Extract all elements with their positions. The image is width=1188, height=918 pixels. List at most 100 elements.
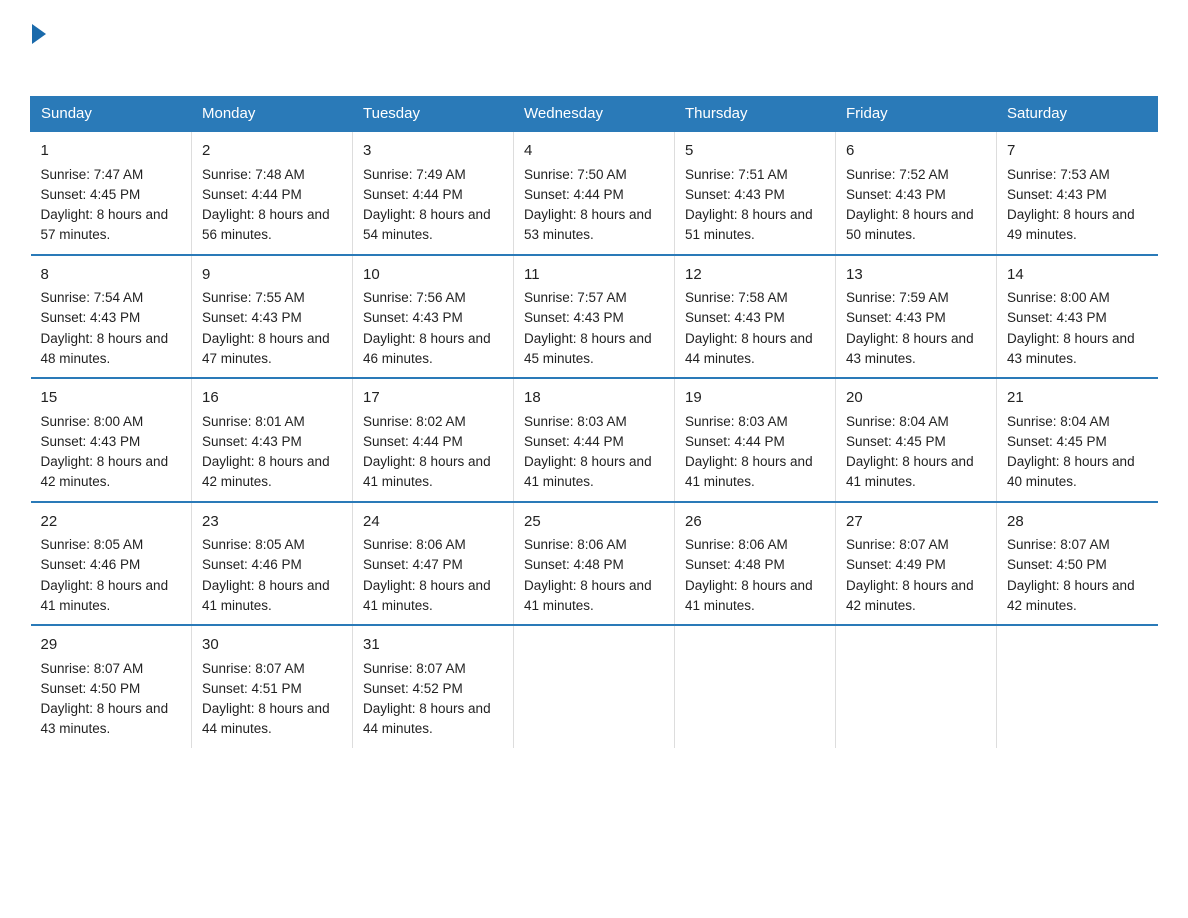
daylight-label: Daylight: 8 hours and 43 minutes. — [846, 331, 974, 366]
sunrise-label: Sunrise: 8:04 AM — [1007, 414, 1110, 429]
daylight-label: Daylight: 8 hours and 44 minutes. — [685, 331, 813, 366]
sunset-label: Sunset: 4:43 PM — [41, 434, 141, 449]
daylight-label: Daylight: 8 hours and 46 minutes. — [363, 331, 491, 366]
daylight-label: Daylight: 8 hours and 44 minutes. — [363, 701, 491, 736]
sunrise-label: Sunrise: 8:07 AM — [202, 661, 305, 676]
calendar-day-cell: 10 Sunrise: 7:56 AM Sunset: 4:43 PM Dayl… — [353, 255, 514, 379]
calendar-day-cell — [997, 625, 1158, 748]
calendar-day-cell: 6 Sunrise: 7:52 AM Sunset: 4:43 PM Dayli… — [836, 131, 997, 255]
calendar-day-cell: 24 Sunrise: 8:06 AM Sunset: 4:47 PM Dayl… — [353, 502, 514, 626]
calendar-day-cell: 13 Sunrise: 7:59 AM Sunset: 4:43 PM Dayl… — [836, 255, 997, 379]
sunset-label: Sunset: 4:46 PM — [41, 557, 141, 572]
daylight-label: Daylight: 8 hours and 42 minutes. — [846, 578, 974, 613]
sunrise-label: Sunrise: 7:51 AM — [685, 167, 788, 182]
daylight-label: Daylight: 8 hours and 42 minutes. — [41, 454, 169, 489]
sunrise-label: Sunrise: 7:52 AM — [846, 167, 949, 182]
daylight-label: Daylight: 8 hours and 41 minutes. — [363, 454, 491, 489]
sunrise-label: Sunrise: 8:02 AM — [363, 414, 466, 429]
calendar-day-cell: 15 Sunrise: 8:00 AM Sunset: 4:43 PM Dayl… — [31, 378, 192, 502]
day-number: 10 — [363, 264, 503, 287]
day-number: 12 — [685, 264, 825, 287]
calendar-day-cell: 5 Sunrise: 7:51 AM Sunset: 4:43 PM Dayli… — [675, 131, 836, 255]
sunset-label: Sunset: 4:43 PM — [685, 310, 785, 325]
calendar-day-cell: 23 Sunrise: 8:05 AM Sunset: 4:46 PM Dayl… — [192, 502, 353, 626]
calendar-day-cell: 7 Sunrise: 7:53 AM Sunset: 4:43 PM Dayli… — [997, 131, 1158, 255]
sunset-label: Sunset: 4:43 PM — [846, 187, 946, 202]
sunset-label: Sunset: 4:44 PM — [363, 434, 463, 449]
day-number: 24 — [363, 511, 503, 534]
sunset-label: Sunset: 4:44 PM — [524, 434, 624, 449]
sunrise-label: Sunrise: 8:06 AM — [363, 537, 466, 552]
sunrise-label: Sunrise: 7:57 AM — [524, 290, 627, 305]
sunrise-label: Sunrise: 8:05 AM — [41, 537, 144, 552]
calendar-day-cell: 14 Sunrise: 8:00 AM Sunset: 4:43 PM Dayl… — [997, 255, 1158, 379]
daylight-label: Daylight: 8 hours and 49 minutes. — [1007, 207, 1135, 242]
sunset-label: Sunset: 4:43 PM — [202, 310, 302, 325]
day-number: 22 — [41, 511, 182, 534]
day-number: 26 — [685, 511, 825, 534]
calendar-day-cell: 29 Sunrise: 8:07 AM Sunset: 4:50 PM Dayl… — [31, 625, 192, 748]
sunrise-label: Sunrise: 7:55 AM — [202, 290, 305, 305]
sunrise-label: Sunrise: 7:56 AM — [363, 290, 466, 305]
day-number: 2 — [202, 140, 342, 163]
day-of-week-header: Saturday — [997, 97, 1158, 132]
day-number: 25 — [524, 511, 664, 534]
sunrise-label: Sunrise: 8:06 AM — [524, 537, 627, 552]
daylight-label: Daylight: 8 hours and 48 minutes. — [41, 331, 169, 366]
sunset-label: Sunset: 4:43 PM — [524, 310, 624, 325]
calendar-day-cell: 18 Sunrise: 8:03 AM Sunset: 4:44 PM Dayl… — [514, 378, 675, 502]
day-number: 14 — [1007, 264, 1148, 287]
sunset-label: Sunset: 4:43 PM — [685, 187, 785, 202]
day-of-week-header: Friday — [836, 97, 997, 132]
daylight-label: Daylight: 8 hours and 43 minutes. — [41, 701, 169, 736]
calendar-week-row: 22 Sunrise: 8:05 AM Sunset: 4:46 PM Dayl… — [31, 502, 1158, 626]
sunrise-label: Sunrise: 8:01 AM — [202, 414, 305, 429]
daylight-label: Daylight: 8 hours and 43 minutes. — [1007, 331, 1135, 366]
day-number: 9 — [202, 264, 342, 287]
daylight-label: Daylight: 8 hours and 41 minutes. — [685, 578, 813, 613]
calendar-day-cell: 28 Sunrise: 8:07 AM Sunset: 4:50 PM Dayl… — [997, 502, 1158, 626]
calendar-day-cell: 8 Sunrise: 7:54 AM Sunset: 4:43 PM Dayli… — [31, 255, 192, 379]
sunrise-label: Sunrise: 7:49 AM — [363, 167, 466, 182]
sunrise-label: Sunrise: 8:07 AM — [846, 537, 949, 552]
calendar-body: 1 Sunrise: 7:47 AM Sunset: 4:45 PM Dayli… — [31, 131, 1158, 748]
calendar-day-cell: 26 Sunrise: 8:06 AM Sunset: 4:48 PM Dayl… — [675, 502, 836, 626]
calendar-day-cell: 11 Sunrise: 7:57 AM Sunset: 4:43 PM Dayl… — [514, 255, 675, 379]
sunrise-label: Sunrise: 7:58 AM — [685, 290, 788, 305]
day-number: 21 — [1007, 387, 1148, 410]
calendar-day-cell: 30 Sunrise: 8:07 AM Sunset: 4:51 PM Dayl… — [192, 625, 353, 748]
daylight-label: Daylight: 8 hours and 56 minutes. — [202, 207, 330, 242]
calendar-week-row: 29 Sunrise: 8:07 AM Sunset: 4:50 PM Dayl… — [31, 625, 1158, 748]
day-number: 11 — [524, 264, 664, 287]
calendar-day-cell: 9 Sunrise: 7:55 AM Sunset: 4:43 PM Dayli… — [192, 255, 353, 379]
sunset-label: Sunset: 4:46 PM — [202, 557, 302, 572]
daylight-label: Daylight: 8 hours and 41 minutes. — [524, 454, 652, 489]
calendar-day-cell — [514, 625, 675, 748]
sunset-label: Sunset: 4:43 PM — [1007, 310, 1107, 325]
sunrise-label: Sunrise: 8:06 AM — [685, 537, 788, 552]
calendar-week-row: 8 Sunrise: 7:54 AM Sunset: 4:43 PM Dayli… — [31, 255, 1158, 379]
sunset-label: Sunset: 4:49 PM — [846, 557, 946, 572]
calendar-day-cell: 25 Sunrise: 8:06 AM Sunset: 4:48 PM Dayl… — [514, 502, 675, 626]
day-number: 27 — [846, 511, 986, 534]
logo — [30, 20, 46, 76]
daylight-label: Daylight: 8 hours and 41 minutes. — [524, 578, 652, 613]
daylight-label: Daylight: 8 hours and 53 minutes. — [524, 207, 652, 242]
calendar-day-cell — [836, 625, 997, 748]
sunset-label: Sunset: 4:44 PM — [524, 187, 624, 202]
calendar-day-cell: 19 Sunrise: 8:03 AM Sunset: 4:44 PM Dayl… — [675, 378, 836, 502]
sunset-label: Sunset: 4:50 PM — [1007, 557, 1107, 572]
daylight-label: Daylight: 8 hours and 41 minutes. — [202, 578, 330, 613]
sunset-label: Sunset: 4:48 PM — [685, 557, 785, 572]
calendar-day-cell: 12 Sunrise: 7:58 AM Sunset: 4:43 PM Dayl… — [675, 255, 836, 379]
day-of-week-header: Monday — [192, 97, 353, 132]
day-number: 13 — [846, 264, 986, 287]
daylight-label: Daylight: 8 hours and 54 minutes. — [363, 207, 491, 242]
day-of-week-header: Wednesday — [514, 97, 675, 132]
daylight-label: Daylight: 8 hours and 50 minutes. — [846, 207, 974, 242]
day-number: 15 — [41, 387, 182, 410]
sunrise-label: Sunrise: 8:07 AM — [363, 661, 466, 676]
calendar-table: SundayMondayTuesdayWednesdayThursdayFrid… — [30, 96, 1158, 748]
sunset-label: Sunset: 4:45 PM — [846, 434, 946, 449]
sunrise-label: Sunrise: 7:54 AM — [41, 290, 144, 305]
